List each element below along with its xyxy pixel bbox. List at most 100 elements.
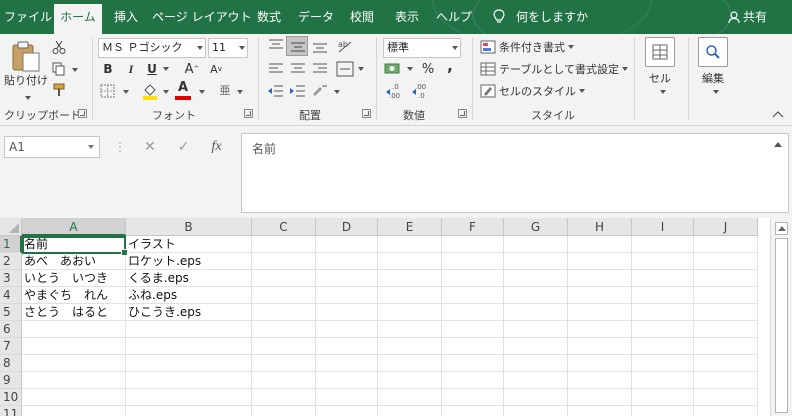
paste-icon[interactable] [10,39,44,73]
column-header-a[interactable]: A [22,218,126,236]
cell-c6[interactable] [252,321,316,338]
cell-a9[interactable] [22,372,126,389]
cell-a6[interactable] [22,321,126,338]
cell-c7[interactable] [252,338,316,355]
wrap-text-dropdown[interactable] [334,90,340,94]
scroll-up-button[interactable] [775,222,788,235]
paste-dropdown[interactable] [22,89,31,103]
editing-dropdown[interactable] [713,90,719,94]
share-button[interactable]: 共有 [743,5,767,29]
cell-j4[interactable] [694,287,758,304]
cell-b3[interactable]: くるま.eps [126,270,252,287]
tab-data[interactable]: データ [296,5,336,29]
cell-d2[interactable] [316,253,378,270]
alignment-launcher-icon[interactable] [362,109,371,118]
fill-color-dropdown[interactable] [163,90,169,94]
collapse-formula-icon[interactable] [774,142,782,147]
font-color-dropdown[interactable] [199,90,205,94]
cell-f8[interactable] [442,355,504,372]
cell-g3[interactable] [504,270,568,287]
tab-help[interactable]: ヘルプ [434,5,474,29]
cell-c9[interactable] [252,372,316,389]
cell-a8[interactable] [22,355,126,372]
font-name-select[interactable]: ＭＳ Ｐゴシック [98,38,206,58]
cell-d9[interactable] [316,372,378,389]
top-align-icon[interactable] [266,38,286,54]
cell-g8[interactable] [504,355,568,372]
cell-b9[interactable] [126,372,252,389]
cells-button[interactable] [645,37,675,67]
column-header-c[interactable]: C [252,218,316,236]
row-header-7[interactable]: 7 [0,338,22,355]
cell-g9[interactable] [504,372,568,389]
cell-e9[interactable] [378,372,442,389]
cell-h10[interactable] [568,389,632,406]
row-header-10[interactable]: 10 [0,389,22,406]
cell-a4[interactable]: やまぐち れん [22,287,126,304]
merge-dropdown[interactable] [358,67,364,71]
cell-j6[interactable] [694,321,758,338]
cell-d1[interactable] [316,236,378,253]
cell-b8[interactable] [126,355,252,372]
paste-button[interactable]: 貼り付け [2,73,50,87]
number-launcher-icon[interactable] [458,109,467,118]
cell-g2[interactable] [504,253,568,270]
currency-dropdown[interactable] [407,67,413,71]
cell-h11[interactable] [568,406,632,416]
cell-c8[interactable] [252,355,316,372]
cell-e3[interactable] [378,270,442,287]
increase-indent-icon[interactable] [288,84,308,98]
font-launcher-icon[interactable] [244,109,253,118]
cell-i4[interactable] [632,287,694,304]
cell-d7[interactable] [316,338,378,355]
cell-i5[interactable] [632,304,694,321]
cell-b1[interactable]: イラスト [126,236,252,253]
cell-b11[interactable] [126,406,252,416]
shrink-font-button[interactable]: Av [208,60,224,78]
phonetic-dropdown[interactable] [237,90,243,94]
column-header-h[interactable]: H [568,218,632,236]
fill-color-icon[interactable] [142,82,158,100]
cell-c11[interactable] [252,406,316,416]
row-header-2[interactable]: 2 [0,253,22,270]
tell-me-search[interactable]: 何をしますか [516,5,588,29]
cell-e7[interactable] [378,338,442,355]
cut-icon[interactable] [52,40,66,54]
cell-a1[interactable]: 名前 [22,236,126,253]
italic-button[interactable]: I [124,60,138,78]
cell-a2[interactable]: あべ あおい [22,253,126,270]
cell-j2[interactable] [694,253,758,270]
tab-insert[interactable]: 挿入 [108,5,144,29]
row-header-3[interactable]: 3 [0,270,22,287]
cell-c10[interactable] [252,389,316,406]
row-header-4[interactable]: 4 [0,287,22,304]
row-header-11[interactable]: 11 [0,406,22,416]
cell-j11[interactable] [694,406,758,416]
cell-a10[interactable] [22,389,126,406]
bold-button[interactable]: B [100,60,116,78]
cell-g5[interactable] [504,304,568,321]
cell-h1[interactable] [568,236,632,253]
align-right-icon[interactable] [310,62,330,76]
cell-e8[interactable] [378,355,442,372]
cell-h3[interactable] [568,270,632,287]
decrease-decimal-icon[interactable]: .00.0 [412,82,434,100]
cell-styles-button[interactable]: セルのスタイル [480,82,585,100]
conditional-formatting-button[interactable]: 条件付き書式 [480,38,574,56]
cells-dropdown[interactable] [660,90,666,94]
format-painter-icon[interactable] [52,83,66,97]
cell-b2[interactable]: ロケット.eps [126,253,252,270]
cell-e6[interactable] [378,321,442,338]
column-header-f[interactable]: F [442,218,504,236]
orientation-icon[interactable]: ab [336,37,354,55]
row-header-5[interactable]: 5 [0,304,22,321]
cell-h7[interactable] [568,338,632,355]
editing-button[interactable] [698,37,728,67]
cell-c3[interactable] [252,270,316,287]
cell-i3[interactable] [632,270,694,287]
cell-j7[interactable] [694,338,758,355]
cell-g4[interactable] [504,287,568,304]
vertical-scrollbar[interactable] [770,218,792,416]
tab-file[interactable]: ファイル [4,5,52,29]
cell-b6[interactable] [126,321,252,338]
